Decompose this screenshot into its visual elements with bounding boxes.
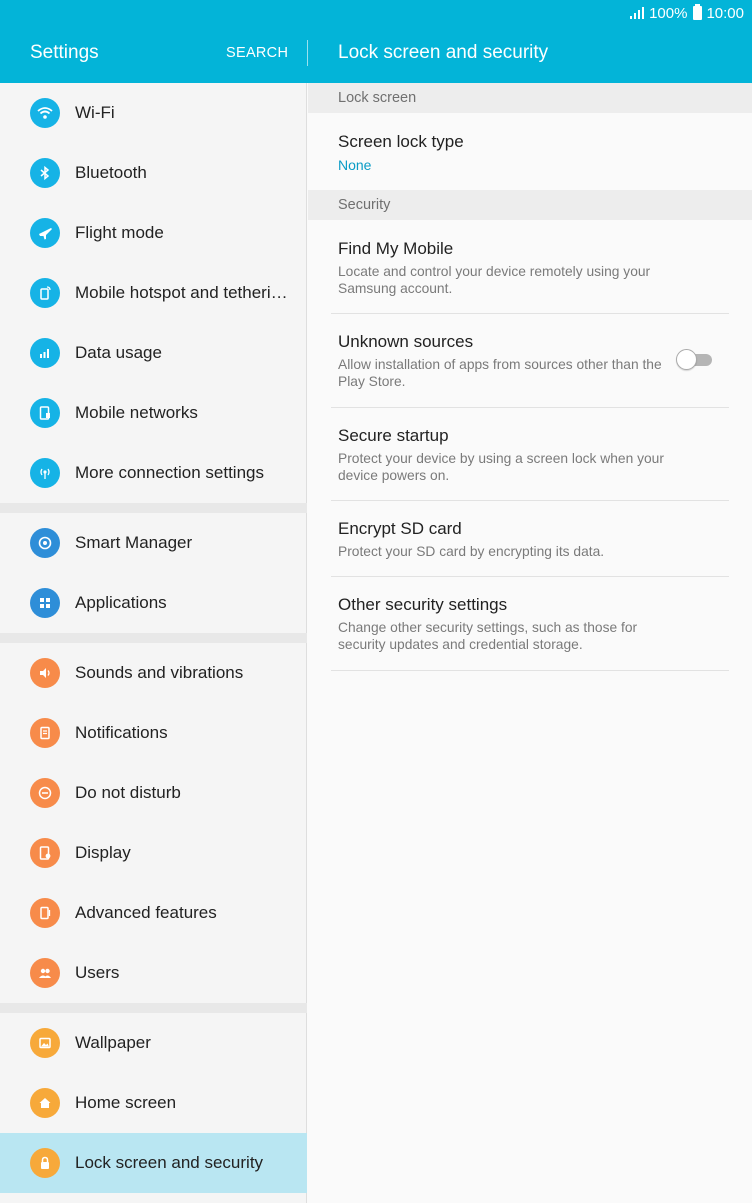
wifi-icon <box>30 98 60 128</box>
sidebar-item-label: Display <box>75 843 131 862</box>
secure-startup-row[interactable]: Secure startup Protect your device by us… <box>308 408 752 500</box>
screen-lock-type-row[interactable]: Screen lock type None <box>308 113 752 189</box>
row-title: Unknown sources <box>338 332 474 351</box>
sidebar-item-smart-manager[interactable]: Smart Manager <box>0 513 307 573</box>
sidebar-item-label: Flight mode <box>75 223 164 242</box>
row-subtitle: Protect your device by using a screen lo… <box>338 451 664 483</box>
row-subtitle: Locate and control your device remotely … <box>338 264 651 296</box>
app-header: 100% 10:00 Settings SEARCH Lock screen a… <box>0 0 752 83</box>
sidebar-group-divider <box>0 1003 307 1013</box>
battery-icon <box>693 4 703 20</box>
sidebar-item-lock-screen[interactable]: Lock screen and security <box>0 1133 307 1193</box>
clock: 10:00 <box>706 4 744 22</box>
row-title: Other security settings <box>338 595 508 614</box>
applications-icon <box>30 588 60 618</box>
users-icon <box>30 958 60 988</box>
sidebar-item-mobile-networks[interactable]: Mobile networks <box>0 383 307 443</box>
do-not-disturb-icon <box>30 778 60 808</box>
sidebar-item-label: Data usage <box>75 343 162 362</box>
sidebar-item-users[interactable]: Users <box>0 943 307 1003</box>
sidebar-item-bluetooth[interactable]: Bluetooth <box>0 143 307 203</box>
sidebar-item-wallpaper[interactable]: Wallpaper <box>0 1013 307 1073</box>
lock-icon <box>30 1148 60 1178</box>
toggle-knob <box>676 349 697 370</box>
sidebar-item-label: Applications <box>75 593 167 612</box>
encrypt-sd-card-row[interactable]: Encrypt SD card Protect your SD card by … <box>308 501 752 576</box>
search-button[interactable]: SEARCH <box>226 45 288 61</box>
detail-pane: Lock screen Screen lock type None Securi… <box>308 83 752 1203</box>
sidebar-group-divider <box>0 633 307 643</box>
unknown-sources-row[interactable]: Unknown sources Allow installation of ap… <box>308 314 752 407</box>
sidebar-item-label: Smart Manager <box>75 533 193 552</box>
detail-title: Lock screen and security <box>338 42 549 63</box>
row-title: Screen lock type <box>338 132 464 151</box>
battery-percentage: 100% <box>649 4 688 22</box>
connection-icon <box>30 458 60 488</box>
sidebar-item-advanced-features[interactable]: Advanced features <box>0 883 307 943</box>
home-icon <box>30 1088 60 1118</box>
sidebar-item-label: Wi-Fi <box>75 103 115 122</box>
sidebar-item-label: Advanced features <box>75 903 217 922</box>
sidebar-item-hotspot[interactable]: Mobile hotspot and tetheri… <box>0 263 307 323</box>
row-title: Secure startup <box>338 426 449 445</box>
advanced-features-icon <box>30 898 60 928</box>
sidebar-group-divider <box>0 503 307 513</box>
sidebar-item-label: Users <box>75 963 120 982</box>
row-subtitle: Protect your SD card by encrypting its d… <box>338 544 605 559</box>
display-icon <box>30 838 60 868</box>
hotspot-icon <box>30 278 60 308</box>
sidebar-item-label: Bluetooth <box>75 163 147 182</box>
sidebar-item-data-usage[interactable]: Data usage <box>0 323 307 383</box>
sidebar-item-display[interactable]: Display <box>0 823 307 883</box>
sidebar-item-label: Mobile networks <box>75 403 198 422</box>
row-subtitle: Allow installation of apps from sources … <box>338 357 662 389</box>
section-header-security: Security <box>308 190 752 220</box>
other-security-settings-row[interactable]: Other security settings Change other sec… <box>308 577 752 670</box>
screen-lock-type-value: None <box>338 157 372 173</box>
sidebar-item-home-screen[interactable]: Home screen <box>0 1073 307 1133</box>
section-header-lock-screen: Lock screen <box>308 83 752 113</box>
header-divider <box>307 40 308 66</box>
unknown-sources-toggle[interactable] <box>676 348 712 372</box>
sidebar-item-label: Wallpaper <box>75 1033 151 1052</box>
smart-manager-icon <box>30 528 60 558</box>
sidebar-item-notifications[interactable]: Notifications <box>0 703 307 763</box>
status-bar: 100% 10:00 <box>629 3 744 23</box>
data-usage-icon <box>30 338 60 368</box>
sidebar-item-label: Notifications <box>75 723 168 742</box>
sidebar-item-label: More connection settings <box>75 463 264 482</box>
sidebar-item-applications[interactable]: Applications <box>0 573 307 633</box>
row-subtitle: Change other security settings, such as … <box>338 620 638 652</box>
find-my-mobile-row[interactable]: Find My Mobile Locate and control your d… <box>308 220 752 313</box>
mobile-networks-icon <box>30 398 60 428</box>
sidebar-item-flight-mode[interactable]: Flight mode <box>0 203 307 263</box>
wallpaper-icon <box>30 1028 60 1058</box>
sidebar-item-label: Home screen <box>75 1093 177 1112</box>
sidebar-item-sounds[interactable]: Sounds and vibrations <box>0 643 307 703</box>
settings-sidebar: Wi-Fi Bluetooth Flight mode Mobile hotsp… <box>0 83 307 1203</box>
notifications-icon <box>30 718 60 748</box>
sidebar-item-do-not-disturb[interactable]: Do not disturb <box>0 763 307 823</box>
row-title: Find My Mobile <box>338 239 454 258</box>
airplane-icon <box>30 218 60 248</box>
settings-title: Settings <box>30 42 99 63</box>
signal-icon <box>630 7 645 19</box>
bluetooth-icon <box>30 158 60 188</box>
sidebar-item-label: Do not disturb <box>75 783 181 802</box>
sidebar-item-label: Mobile hotspot and tetheri… <box>75 283 288 302</box>
row-title: Encrypt SD card <box>338 519 462 538</box>
sound-icon <box>30 658 60 688</box>
sidebar-item-label: Lock screen and security <box>75 1153 264 1172</box>
sidebar-item-label: Sounds and vibrations <box>75 663 244 682</box>
sidebar-item-wifi[interactable]: Wi-Fi <box>0 83 307 143</box>
row-divider <box>331 670 729 671</box>
sidebar-item-more-connection[interactable]: More connection settings <box>0 443 307 503</box>
